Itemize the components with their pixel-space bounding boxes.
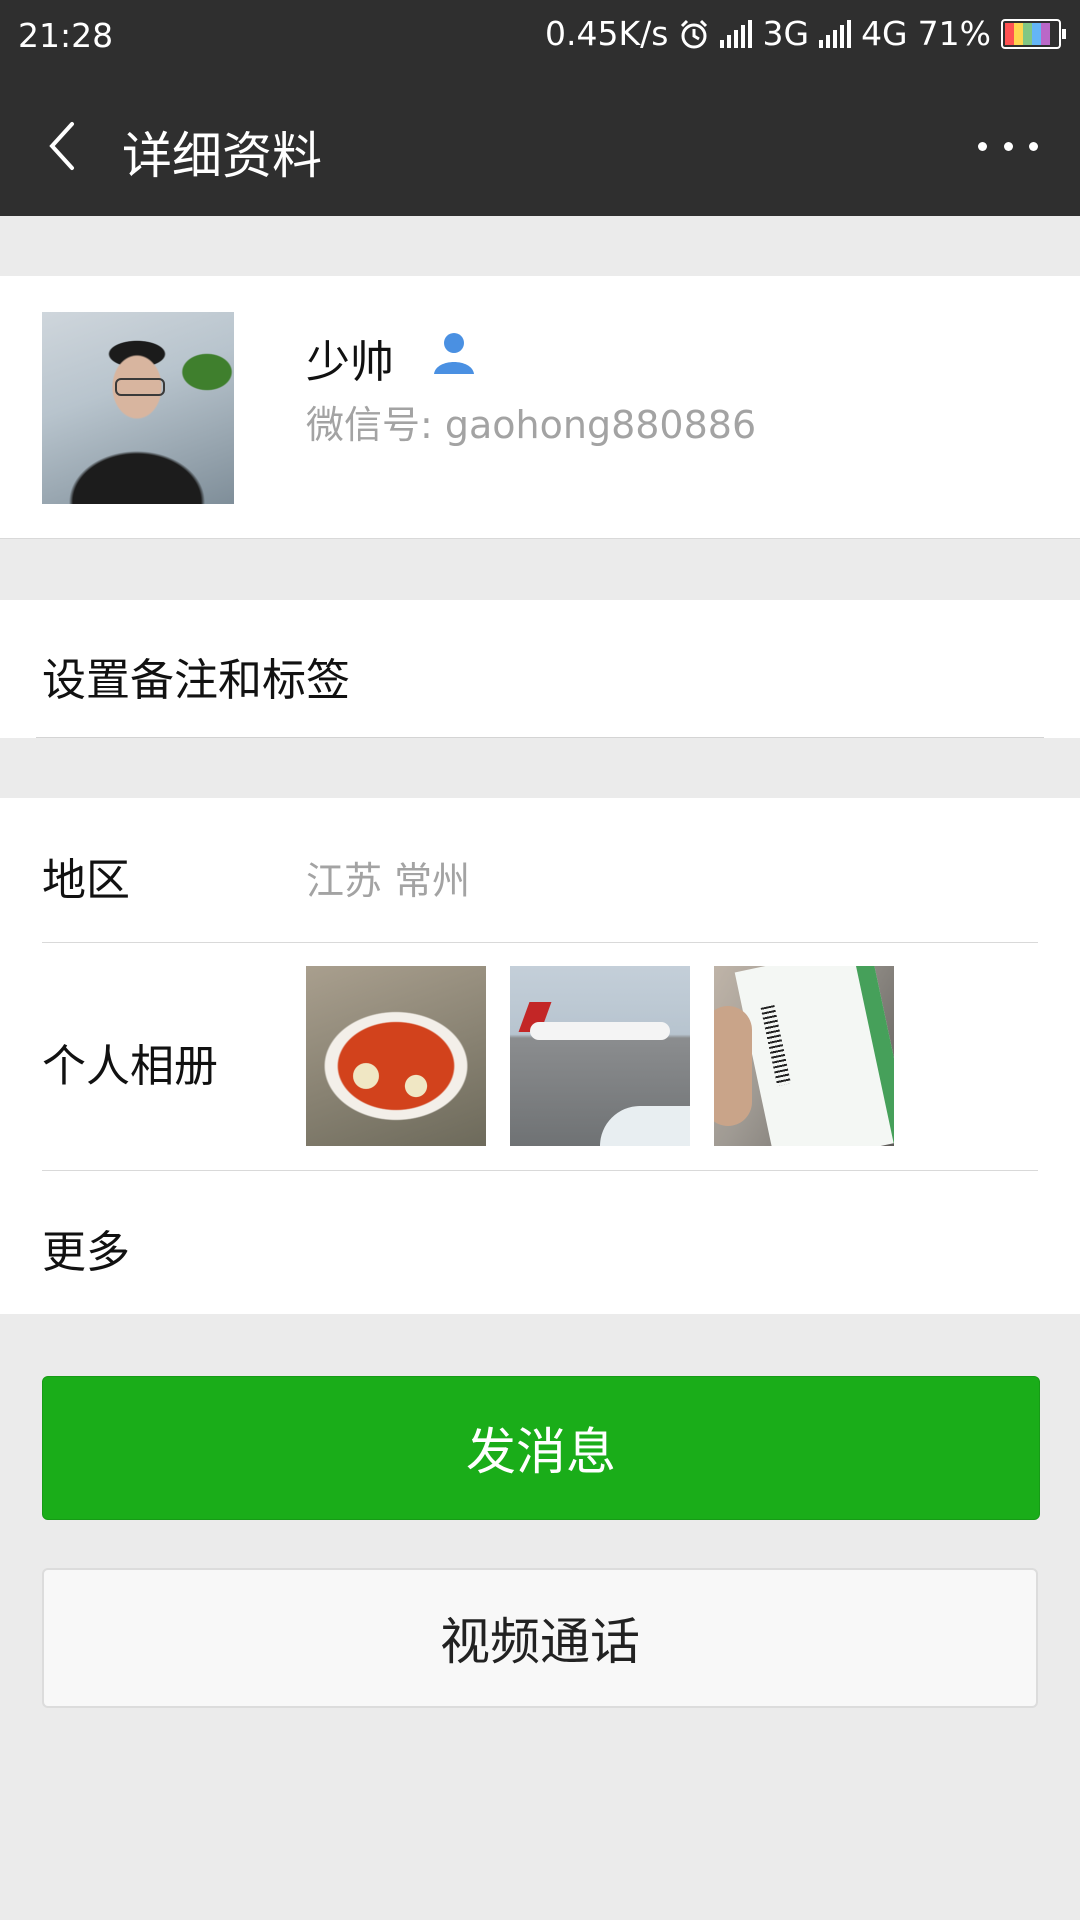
avatar[interactable] (42, 312, 234, 504)
contact-name: 少帅 (306, 337, 394, 388)
battery-percent: 71% (917, 14, 991, 53)
net-speed: 0.45K/s (545, 14, 669, 53)
profile-card: 少帅 微信号: gaohong880886 (0, 276, 1080, 539)
alarm-icon (681, 19, 708, 48)
status-bar: 21:28 0.45K/s 3G 4G 71% (0, 0, 1080, 74)
album-label: 个人相册 (42, 1041, 218, 1092)
more-label[interactable]: 更多 (42, 1216, 130, 1280)
info-section: 地区 江苏 常州 个人相册 更多 (0, 798, 1080, 1314)
signal-icon (819, 19, 852, 48)
send-message-button[interactable]: 发消息 (42, 1376, 1040, 1520)
airplane-photo[interactable] (510, 966, 690, 1146)
divider (42, 1170, 1038, 1171)
battery-icon (1001, 18, 1066, 49)
remark-row[interactable]: 设置备注和标签 (0, 600, 1080, 738)
signal-icon (720, 19, 753, 48)
wechat-id: 微信号: gaohong880886 (306, 403, 757, 447)
more-dots-icon[interactable] (978, 126, 1038, 166)
remark-label: 设置备注和标签 (42, 655, 350, 706)
divider (42, 942, 1038, 943)
status-time: 21:28 (18, 16, 114, 55)
region-label: 地区 (42, 855, 130, 906)
video-call-button[interactable]: 视频通话 (42, 1568, 1038, 1708)
sim1-network: 3G (762, 14, 810, 53)
noodles-photo[interactable] (306, 966, 486, 1146)
status-icons: 0.45K/s 3G 4G 71% (545, 14, 1066, 53)
person-icon (434, 333, 474, 374)
sim2-network: 4G (861, 14, 908, 53)
ticket-photo[interactable] (714, 966, 894, 1146)
nav-bar: 详细资料 (0, 74, 1080, 216)
page-title: 详细资料 (122, 127, 322, 185)
chevron-left-icon[interactable] (38, 116, 98, 176)
divider (36, 737, 1044, 738)
region-value: 江苏 常州 (306, 859, 471, 903)
